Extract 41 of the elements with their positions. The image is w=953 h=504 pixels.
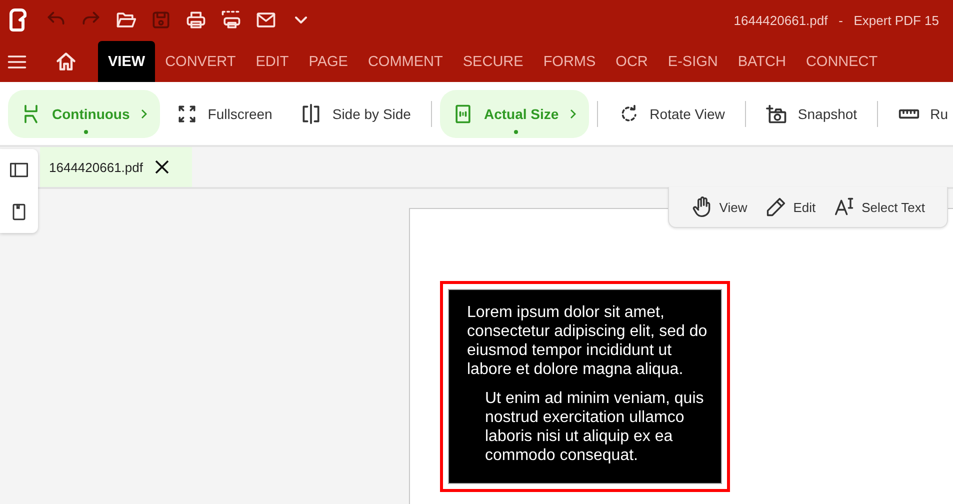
- fullscreen-icon: [176, 102, 198, 124]
- text-cursor-icon: [834, 196, 856, 218]
- ribbon-button[interactable]: Side by Side: [288, 90, 423, 138]
- selected-dot: [84, 130, 88, 134]
- close-icon[interactable]: [154, 160, 169, 174]
- menu-tab[interactable]: CONVERT: [155, 41, 246, 82]
- camera-icon: [766, 102, 788, 124]
- ribbon-button[interactable]: Continuous: [8, 90, 160, 138]
- menu-tab[interactable]: COMMENT: [358, 41, 453, 82]
- chevron-right-icon: [140, 108, 148, 118]
- ribbon-button[interactable]: Ru: [886, 90, 953, 138]
- paragraph: Lorem ipsum dolor sit amet, consectetur adipiscing elit, sed do eiusmod tempor incididunt ut labore et dolore magna aliqua.: [467, 303, 708, 379]
- paragraph: Ut enim ad minim veniam, quis nostrud exercitation ullamco laboris nisi ut aliquip ex ea commodo consequat.: [485, 389, 705, 465]
- menu-tab[interactable]: VIEW: [98, 41, 156, 82]
- ribbon-button[interactable]: Snapshot: [754, 90, 870, 138]
- menu-tab[interactable]: CONNECT: [796, 41, 888, 82]
- menu-tab[interactable]: BATCH: [728, 41, 796, 82]
- menu-tab[interactable]: PAGE: [298, 41, 358, 82]
- menu-tab[interactable]: OCR: [606, 41, 658, 82]
- mode-button[interactable]: Edit: [765, 196, 816, 218]
- ribbon-button[interactable]: Fullscreen: [164, 90, 284, 138]
- menu-tab[interactable]: SECURE: [452, 41, 534, 82]
- window-title: 1644420661.pdf - Expert PDF 15: [734, 12, 939, 28]
- ribbon-button[interactable]: Actual Size: [440, 90, 589, 138]
- menu-tab[interactable]: FORMS: [533, 41, 606, 82]
- chevron-right-icon: [568, 108, 577, 118]
- mode-button[interactable]: Select Text: [834, 196, 925, 218]
- menu-tab[interactable]: EDIT: [246, 41, 299, 82]
- save-icon: [150, 9, 172, 31]
- selected-dot: [514, 130, 518, 134]
- print-selection-icon: [220, 9, 242, 31]
- pencil-icon: [765, 196, 788, 218]
- side-by-side-icon: [300, 102, 322, 124]
- home-icon: [55, 50, 77, 72]
- document-tab[interactable]: 1644420661.pdf: [40, 147, 192, 187]
- mode-button[interactable]: View: [691, 196, 748, 218]
- chevron-down-icon: [295, 16, 307, 24]
- print-icon: [185, 9, 207, 31]
- menu-tab[interactable]: E-SIGN: [658, 41, 728, 82]
- ribbon-button[interactable]: Rotate View: [606, 90, 737, 138]
- app-logo[interactable]: [8, 8, 28, 32]
